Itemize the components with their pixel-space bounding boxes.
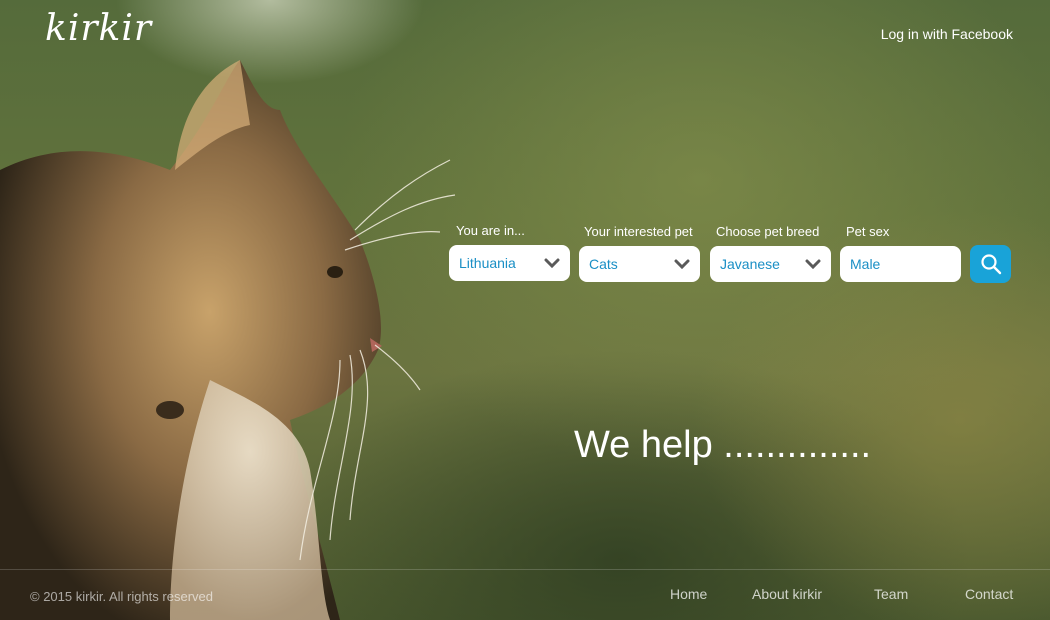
pet-type-value: Cats <box>589 256 618 272</box>
footer-link-home[interactable]: Home <box>670 586 707 602</box>
search-icon <box>980 254 1001 275</box>
pet-sex-value: Male <box>850 256 881 272</box>
search-button[interactable] <box>970 245 1011 283</box>
logo[interactable]: kirkir <box>45 8 152 49</box>
hero-headline: We help .............. <box>574 424 872 466</box>
location-select[interactable]: Lithuania <box>449 245 570 281</box>
breed-label: Choose pet breed <box>716 224 820 239</box>
chevron-down-icon <box>544 258 560 269</box>
pet-sex-label: Pet sex <box>846 224 890 239</box>
footer-link-contact[interactable]: Contact <box>965 586 1013 602</box>
chevron-down-icon <box>674 259 690 270</box>
location-label: You are in... <box>456 223 525 238</box>
breed-select[interactable]: Javanese <box>710 246 831 282</box>
pet-sex-select[interactable]: Male <box>840 246 961 282</box>
pet-type-label: Your interested pet <box>584 224 693 239</box>
chevron-down-icon <box>805 259 821 270</box>
footer-link-about[interactable]: About kirkir <box>752 586 822 602</box>
breed-value: Javanese <box>720 256 780 272</box>
location-value: Lithuania <box>459 255 516 271</box>
pet-type-select[interactable]: Cats <box>579 246 700 282</box>
footer-link-team[interactable]: Team <box>874 586 908 602</box>
cat-photo <box>0 60 456 620</box>
copyright-text: © 2015 kirkir. All rights reserved <box>30 589 213 604</box>
facebook-login-link[interactable]: Log in with Facebook <box>881 26 1013 42</box>
footer-divider <box>0 569 1050 570</box>
